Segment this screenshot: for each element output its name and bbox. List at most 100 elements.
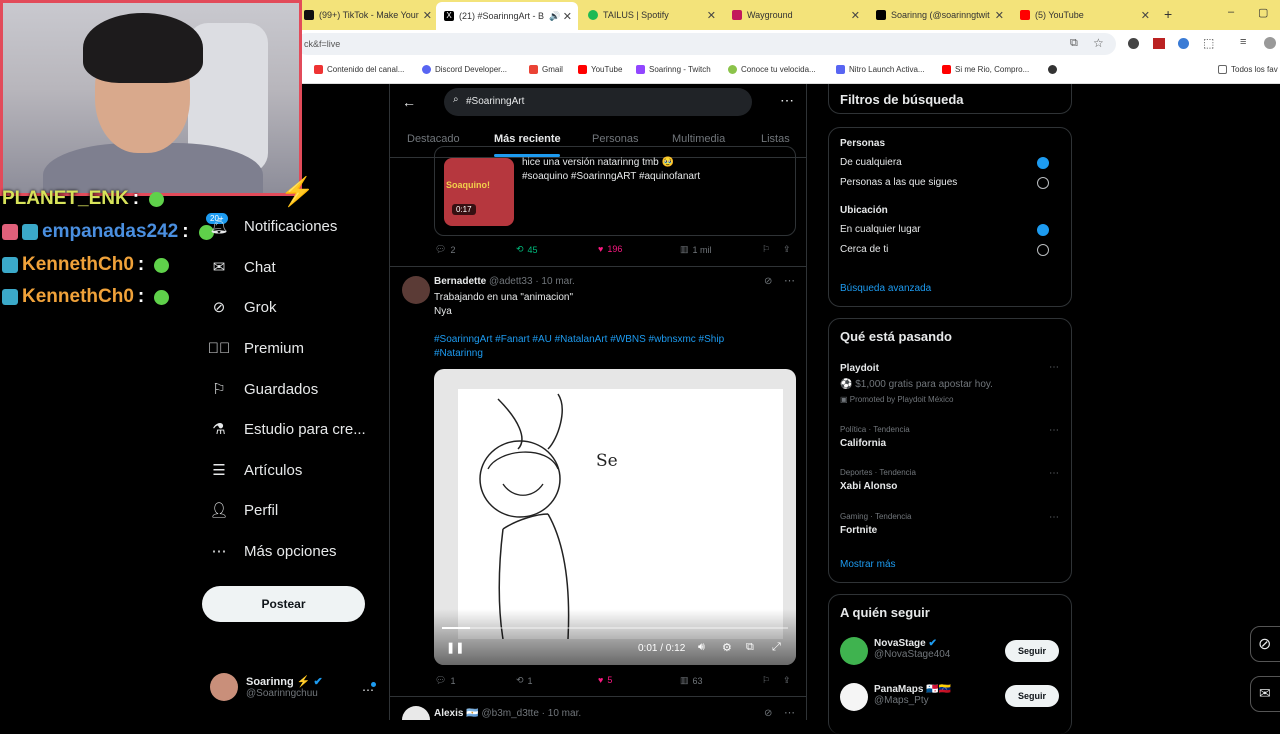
filter-option-near-you[interactable]: Cerca de ti bbox=[840, 244, 1060, 256]
close-icon[interactable]: ✕ bbox=[1141, 9, 1150, 22]
bookmark-item[interactable]: Discord Developer... bbox=[422, 65, 507, 74]
bookmark-item[interactable]: Contenido del canal... bbox=[314, 65, 404, 74]
grok-float-icon[interactable]: ⊘ bbox=[1250, 626, 1280, 662]
extension-icon[interactable] bbox=[1153, 38, 1165, 49]
bookmark-item[interactable]: YouTube bbox=[578, 65, 622, 74]
close-icon[interactable]: ✕ bbox=[851, 9, 860, 22]
more-icon[interactable]: ⋯ bbox=[1049, 512, 1059, 523]
pause-icon[interactable]: ❚❚ bbox=[446, 641, 464, 654]
avatar[interactable] bbox=[840, 683, 868, 711]
views-button[interactable]: ▥ 63 bbox=[680, 675, 703, 686]
bookmark-item[interactable]: Gmail bbox=[529, 65, 563, 74]
bookmark-button[interactable]: ⚐ bbox=[762, 244, 770, 255]
profile-avatar[interactable] bbox=[1264, 37, 1276, 49]
like-button[interactable]: ♥ 5 bbox=[598, 675, 612, 685]
bookmark-button[interactable]: ⚐ bbox=[762, 675, 770, 686]
bookmark-folder[interactable]: Todos los fav bbox=[1218, 65, 1278, 74]
show-more-link[interactable]: Mostrar más bbox=[840, 559, 896, 570]
author-handle[interactable]: @adett33 · 10 mar. bbox=[489, 276, 575, 287]
nav-bookmarks[interactable]: ⚐ Guardados bbox=[210, 380, 318, 399]
nav-more-options[interactable]: ⋯ Más opciones bbox=[210, 542, 337, 561]
share-button[interactable]: ⇪ bbox=[783, 675, 791, 686]
bookmark-item[interactable] bbox=[1048, 65, 1057, 74]
tab-tiktok[interactable]: (99+) TikTok - Make Your ✕ bbox=[304, 4, 434, 26]
suggested-account[interactable]: NovaStage ✔ @NovaStage404 bbox=[874, 638, 950, 660]
pip-icon[interactable]: ⧉ bbox=[746, 641, 754, 654]
more-icon[interactable]: ⋯ bbox=[784, 706, 795, 719]
retweet-button[interactable]: ⟲ 1 bbox=[516, 675, 533, 686]
nav-premium[interactable]: ✓⃝ Premium bbox=[208, 339, 304, 357]
trend-name[interactable]: Fortnite bbox=[840, 525, 877, 536]
tab-x-search[interactable]: X (21) #SoarinngArt - B 🔊 ✕ bbox=[436, 2, 578, 30]
tweet-hashtags[interactable]: #Natarinng bbox=[434, 347, 483, 361]
account-switcher[interactable]: Soarinng ⚡ ✔ @Soarinngchuu bbox=[210, 673, 323, 701]
nav-creator-studio[interactable]: ⚗ Estudio para cre... bbox=[210, 420, 365, 439]
bookmark-item[interactable]: Nitro Launch Activa... bbox=[836, 65, 925, 74]
tab-wayground[interactable]: Wayground ✕ bbox=[732, 4, 862, 26]
close-icon[interactable]: ✕ bbox=[563, 10, 572, 23]
nav-articles[interactable]: ☰ Artículos bbox=[210, 461, 302, 480]
share-button[interactable]: ⇪ bbox=[783, 244, 791, 255]
bookmark-item[interactable]: Si me Rio, Compro... bbox=[942, 65, 1029, 74]
close-icon[interactable]: ✕ bbox=[995, 9, 1004, 22]
trend-name[interactable]: Xabi Alonso bbox=[840, 481, 897, 492]
more-icon[interactable]: ⋯ bbox=[780, 92, 794, 109]
puzzle-icon[interactable]: ⬚ bbox=[1203, 36, 1214, 50]
author-name[interactable]: Alexis 🇦🇷 bbox=[434, 708, 479, 719]
like-button[interactable]: ♥ 196 bbox=[598, 244, 622, 254]
speaker-icon[interactable]: 🔊 bbox=[549, 11, 560, 22]
filter-option-following[interactable]: Personas a las que sigues bbox=[840, 177, 1060, 189]
tab-personas[interactable]: Personas bbox=[592, 133, 638, 145]
settings-icon[interactable]: ⚙ bbox=[722, 641, 732, 654]
fullscreen-icon[interactable]: ⤢ bbox=[772, 641, 781, 654]
nav-profile[interactable]: 👤︎ Perfil bbox=[209, 501, 278, 520]
retweet-button[interactable]: ⟲ 45 bbox=[516, 244, 538, 255]
trend-name[interactable]: California bbox=[840, 438, 886, 449]
video-progress-track[interactable] bbox=[442, 627, 788, 629]
suggested-account[interactable]: PanaMaps 🇵🇦🇻🇪 @Maps_Pty bbox=[874, 684, 951, 706]
extension-icon[interactable] bbox=[1128, 38, 1139, 49]
messages-float-icon[interactable]: ✉ bbox=[1250, 676, 1280, 712]
new-tab-icon[interactable]: + bbox=[1164, 6, 1172, 22]
grok-icon[interactable]: ⊘ bbox=[764, 708, 772, 719]
grok-icon[interactable]: ⊘ bbox=[764, 276, 772, 287]
video-player[interactable]: Se ❚❚ 0:01 / 0:12 🔊︎ ⚙ ⧉ ⤢ bbox=[434, 369, 796, 665]
post-button[interactable]: Postear bbox=[202, 586, 365, 622]
nav-chat[interactable]: ✉ Chat bbox=[210, 258, 276, 277]
radio-icon[interactable] bbox=[1037, 244, 1049, 256]
avatar[interactable] bbox=[840, 637, 868, 665]
media-icon[interactable]: ≡ bbox=[1240, 36, 1246, 48]
follow-button[interactable]: Seguir bbox=[1005, 685, 1059, 707]
star-icon[interactable]: ☆ bbox=[1093, 36, 1104, 50]
more-icon[interactable]: ⋯ bbox=[1049, 468, 1059, 479]
reply-button[interactable]: 💬︎ 1 bbox=[435, 675, 455, 686]
tab-destacado[interactable]: Destacado bbox=[407, 133, 460, 145]
nav-notifications[interactable]: 🔔︎ Notificaciones bbox=[209, 217, 337, 236]
close-icon[interactable]: ✕ bbox=[423, 9, 432, 22]
radio-checked-icon[interactable] bbox=[1037, 224, 1049, 236]
filter-option-anyone[interactable]: De cualquiera bbox=[840, 157, 1060, 169]
tab-soarinng-profile[interactable]: Soarinng (@soarinngtwit ✕ bbox=[876, 4, 1006, 26]
bookmark-item[interactable]: Soarinng - Twitch bbox=[636, 65, 711, 74]
radio-checked-icon[interactable] bbox=[1037, 157, 1049, 169]
follow-button[interactable]: Seguir bbox=[1005, 640, 1059, 662]
author-handle[interactable]: @b3m_d3tte · 10 mar. bbox=[481, 708, 581, 719]
tab-listas[interactable]: Listas bbox=[761, 133, 790, 145]
filter-option-anywhere[interactable]: En cualquier lugar bbox=[840, 224, 1060, 236]
tweet-hashtags[interactable]: #SoarinngArt #Fanart #AU #NatalanArt #WB… bbox=[434, 333, 724, 347]
avatar[interactable] bbox=[402, 276, 430, 304]
tab-mas-reciente[interactable]: Más reciente bbox=[494, 133, 561, 145]
views-button[interactable]: ▥ 1 mil bbox=[680, 244, 712, 255]
bookmark-item[interactable]: Conoce tu velocida... bbox=[728, 65, 816, 74]
maximize-icon[interactable]: ▢ bbox=[1258, 6, 1268, 19]
back-arrow-icon[interactable]: ← bbox=[402, 94, 416, 110]
more-icon[interactable]: ⋯ bbox=[784, 274, 795, 287]
avatar[interactable] bbox=[402, 706, 430, 720]
install-icon[interactable]: ⧉ bbox=[1070, 37, 1078, 50]
url-field[interactable]: ck&f=live bbox=[296, 33, 1116, 55]
advanced-search-link[interactable]: Búsqueda avanzada bbox=[840, 283, 931, 294]
radio-icon[interactable] bbox=[1037, 177, 1049, 189]
volume-icon[interactable]: 🔊︎ bbox=[698, 641, 705, 654]
more-icon[interactable]: ⋯ bbox=[1049, 425, 1059, 436]
video-thumbnail[interactable]: Soaquino! 0:17 bbox=[444, 158, 514, 226]
